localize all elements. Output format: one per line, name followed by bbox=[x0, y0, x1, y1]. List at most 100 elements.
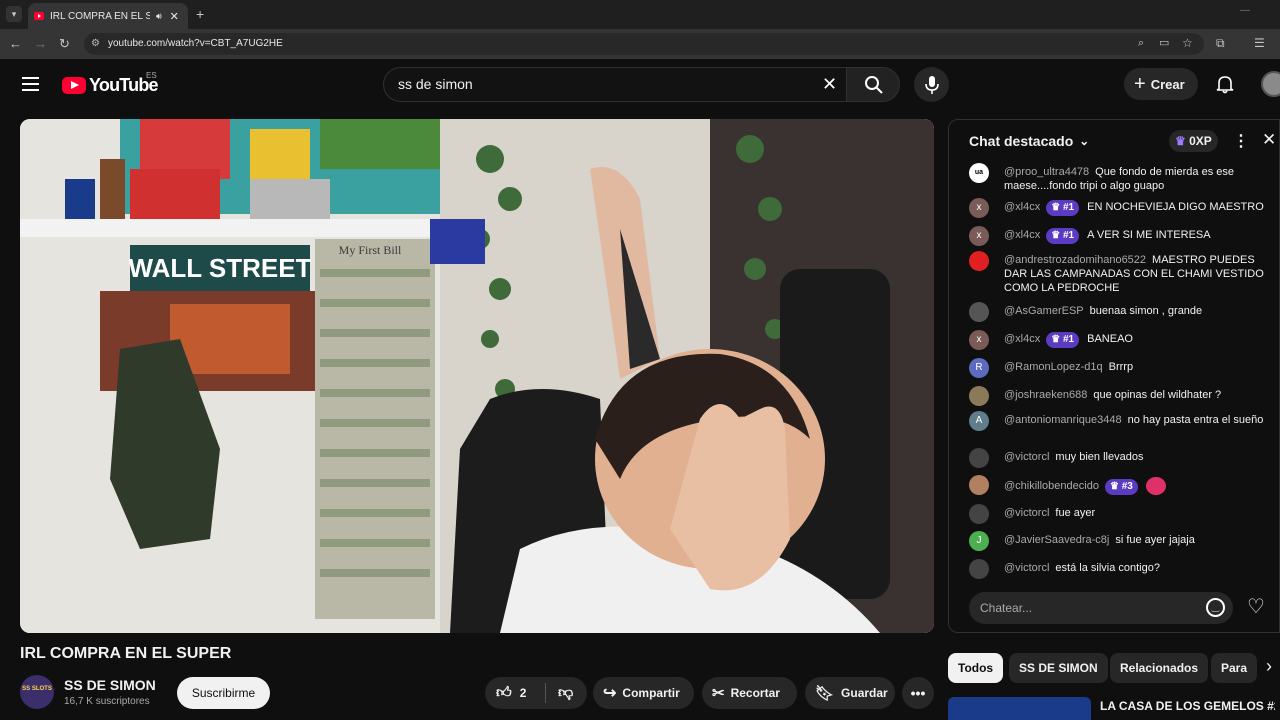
chat-avatar[interactable] bbox=[969, 386, 989, 406]
chat-avatar[interactable]: x bbox=[969, 226, 989, 246]
chat-avatar[interactable] bbox=[969, 251, 989, 271]
chat-author[interactable]: @xl4cx bbox=[1004, 201, 1040, 213]
chat-author[interactable]: @victorcl bbox=[1004, 451, 1049, 463]
chat-input[interactable]: Chatear... bbox=[969, 592, 1233, 624]
chat-avatar[interactable]: J bbox=[969, 531, 989, 551]
share-label: Compartir bbox=[622, 686, 680, 700]
chat-author[interactable]: @proo_ultra4478 bbox=[1004, 166, 1089, 178]
video-player[interactable]: WALL STREET My First Bill bbox=[20, 119, 934, 633]
rank-badge: ♛ #3 bbox=[1104, 478, 1138, 495]
back-icon[interactable]: ← bbox=[9, 37, 22, 50]
chat-author[interactable]: @RamonLopez-d1q bbox=[1004, 361, 1103, 373]
chip-all[interactable]: Todos bbox=[948, 653, 1004, 683]
tab-title: IRL COMPRA EN EL SUPER bbox=[50, 10, 150, 22]
zoom-icon[interactable]: ⌕ bbox=[1138, 38, 1144, 49]
voice-search-button[interactable] bbox=[914, 67, 949, 102]
reload-icon[interactable]: ↻ bbox=[59, 37, 70, 50]
chat-message-body: @proo_ultra4478 Que fondo de mierda es es… bbox=[1004, 165, 1266, 193]
youtube-header: YouTube ES ss de simon ✕ + Crear bbox=[0, 59, 1280, 111]
channel-name[interactable]: SS DE SIMON bbox=[64, 677, 156, 693]
crown-icon: ♛ bbox=[1051, 202, 1063, 213]
chip-channel[interactable]: SS DE SIMON bbox=[1009, 653, 1108, 683]
chat-author[interactable]: @joshraeken688 bbox=[1004, 389, 1087, 401]
more-options-icon[interactable]: ⋮ bbox=[1233, 131, 1249, 151]
url-field[interactable]: ⚙ youtube.com/watch?v=CBT_A7UG2HE bbox=[84, 33, 1204, 55]
save-button[interactable]: 🔖︎ Guardar bbox=[805, 677, 895, 709]
chat-avatar[interactable]: A bbox=[969, 411, 989, 431]
chat-text: buenaa simon , grande bbox=[1089, 305, 1203, 317]
account-avatar[interactable] bbox=[1261, 71, 1280, 97]
chat-author[interactable]: @antoniomanrique3448 bbox=[1004, 414, 1122, 426]
chat-avatar[interactable]: x bbox=[969, 330, 989, 350]
youtube-logo[interactable]: YouTube ES bbox=[62, 71, 159, 96]
chat-message-body: @chikillobendecido ♛ #3 bbox=[1004, 477, 1266, 495]
chat-author[interactable]: @victorcl bbox=[1004, 562, 1049, 574]
chat-author[interactable]: @chikillobendecido bbox=[1004, 480, 1099, 492]
menu-icon[interactable]: ☰ bbox=[1254, 37, 1265, 49]
points-value: 0XP bbox=[1189, 134, 1212, 148]
crown-icon: ♛ bbox=[1109, 480, 1122, 492]
search-icon bbox=[865, 76, 883, 94]
chips-next-icon[interactable]: › bbox=[1266, 656, 1272, 677]
dislike-button[interactable]: 👎︎ bbox=[546, 684, 573, 702]
chat-avatar[interactable] bbox=[969, 475, 989, 495]
chat-message-body: @andrestrozadomihano6522 MAESTRO PUEDES D… bbox=[1004, 253, 1266, 295]
youtube-favicon-icon bbox=[34, 12, 44, 20]
minimize-icon[interactable]: — bbox=[1240, 6, 1250, 16]
clip-button[interactable]: ✂ Recortar bbox=[702, 677, 797, 709]
hamburger-menu-icon[interactable] bbox=[22, 77, 39, 91]
chip-related[interactable]: Relacionados bbox=[1110, 653, 1209, 683]
chat-author[interactable]: @andrestrozadomihano6522 bbox=[1004, 254, 1146, 266]
create-label: Crear bbox=[1150, 76, 1185, 92]
chat-author[interactable]: @AsGamerESP bbox=[1004, 305, 1084, 317]
clip-label: Recortar bbox=[730, 686, 780, 700]
share-button[interactable]: ↪ Compartir bbox=[593, 677, 694, 709]
rank-value: #1 bbox=[1062, 230, 1075, 241]
new-tab-icon[interactable]: + bbox=[196, 7, 204, 21]
emoji-sticker-icon bbox=[1145, 477, 1166, 495]
channel-avatar[interactable]: SS SLOTS bbox=[20, 675, 54, 709]
close-chat-icon[interactable]: ✕ bbox=[1262, 130, 1276, 150]
extensions-icon[interactable]: ⧉ bbox=[1216, 37, 1225, 49]
chat-author[interactable]: @xl4cx bbox=[1004, 229, 1040, 241]
chat-author[interactable]: @xl4cx bbox=[1004, 333, 1040, 345]
search-button[interactable] bbox=[846, 67, 900, 102]
bookmark-star-icon[interactable]: ☆ bbox=[1182, 37, 1193, 49]
like-button[interactable]: 👍︎ 2 bbox=[485, 684, 545, 702]
chat-avatar[interactable]: ua bbox=[969, 163, 989, 183]
chat-author[interactable]: @victorcl bbox=[1004, 507, 1049, 519]
chat-avatar[interactable] bbox=[969, 448, 989, 468]
forward-icon[interactable]: → bbox=[34, 37, 47, 50]
chat-text: está la silvia contigo? bbox=[1055, 562, 1160, 574]
chat-message-body: @joshraeken688 que opinas del wildhater ? bbox=[1004, 388, 1266, 402]
notifications-bell-icon[interactable] bbox=[1215, 74, 1235, 94]
tab-close-icon[interactable]: ✕ bbox=[170, 10, 179, 23]
chevron-down-icon[interactable]: ⌄ bbox=[1079, 134, 1089, 148]
clear-search-icon[interactable]: ✕ bbox=[822, 74, 837, 95]
subscribe-button[interactable]: Suscribirme bbox=[177, 677, 270, 709]
more-actions-button[interactable]: ••• bbox=[902, 677, 934, 709]
create-button[interactable]: + Crear bbox=[1124, 68, 1198, 100]
speaker-icon[interactable]: 🔊︎ bbox=[156, 11, 162, 22]
recommended-thumbnail[interactable] bbox=[948, 697, 1091, 720]
site-info-icon[interactable]: ⚙ bbox=[91, 33, 100, 55]
chip-for-you[interactable]: Para bbox=[1211, 653, 1257, 683]
browser-tab[interactable]: IRL COMPRA EN EL SUPER 🔊︎ ✕ bbox=[28, 3, 188, 29]
tab-list-icon[interactable]: ▾ bbox=[6, 6, 22, 22]
points-badge[interactable]: ♛ 0XP bbox=[1169, 130, 1218, 152]
crown-icon: ♛ bbox=[1051, 334, 1063, 345]
chat-avatar[interactable]: R bbox=[969, 358, 989, 378]
chat-avatar[interactable] bbox=[969, 302, 989, 322]
chat-title[interactable]: Chat destacado bbox=[969, 133, 1073, 149]
chat-avatar[interactable] bbox=[969, 559, 989, 579]
chat-author[interactable]: @JavierSaavedra-c8j bbox=[1004, 534, 1109, 546]
chat-avatar[interactable] bbox=[969, 504, 989, 524]
rank-badge: ♛ #1 bbox=[1046, 228, 1080, 244]
emoji-icon[interactable]: ‿ bbox=[1206, 598, 1225, 617]
live-chat-panel: Chat destacado ⌄ ♛ 0XP ⋮ ✕ ua @proo_ultra… bbox=[948, 119, 1280, 633]
recommended-title[interactable]: LA CASA DE LOS GEMELOS #2 | bbox=[1100, 699, 1275, 713]
heart-icon[interactable]: ♡ bbox=[1247, 597, 1265, 617]
search-input[interactable]: ss de simon bbox=[383, 67, 846, 102]
chat-avatar[interactable]: x bbox=[969, 198, 989, 218]
cast-icon[interactable]: ▭ bbox=[1159, 38, 1169, 49]
